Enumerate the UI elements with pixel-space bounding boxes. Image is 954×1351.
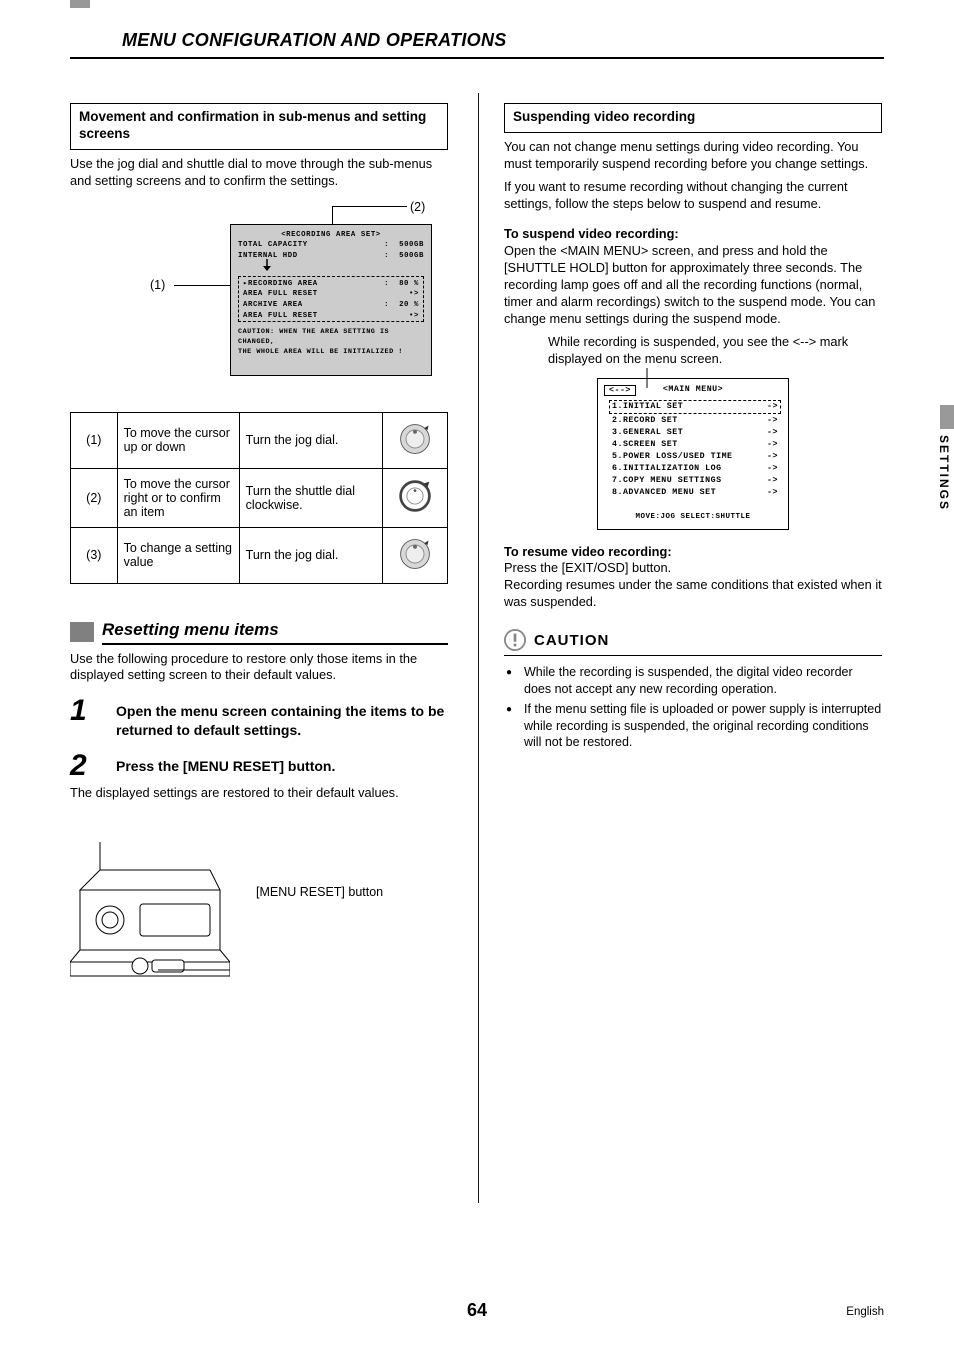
- resume-body1: Press the [EXIT/OSD] button.: [504, 560, 882, 577]
- table-cell: To move the cursor up or down: [117, 412, 239, 468]
- side-tab-marker: [940, 405, 954, 429]
- caution-title: CAUTION: [534, 632, 609, 649]
- step-2: 2 Press the [MENU RESET] button.: [70, 751, 448, 781]
- table-cell: (1): [71, 412, 118, 468]
- step-1: 1 Open the menu screen containing the it…: [70, 696, 448, 738]
- jog-dial-icon: [383, 527, 448, 583]
- table-cell: (3): [71, 527, 118, 583]
- table-cell: To move the cursor right or to confirm a…: [117, 468, 239, 527]
- suspend-note: While recording is suspended, you see th…: [548, 334, 882, 368]
- marker-2: (2): [410, 200, 425, 214]
- resume-heading: To resume video recording:: [504, 544, 882, 561]
- menu-footer: MOVE:JOG SELECT:SHUTTLE: [598, 513, 788, 521]
- menu-title: <MAIN MENU>: [598, 385, 788, 394]
- side-tab-label: SETTINGS: [937, 435, 951, 511]
- page-language: English: [846, 1306, 884, 1318]
- column-divider: [478, 93, 479, 1203]
- table-cell: Turn the jog dial.: [239, 527, 382, 583]
- title-rule: [70, 57, 884, 59]
- caution-heading: CAUTION: [504, 629, 882, 651]
- right-p1: You can not change menu settings during …: [504, 139, 882, 173]
- caution-item: If the menu setting file is uploaded or …: [524, 701, 882, 751]
- main-menu-screen: <--> <MAIN MENU> 1.INITIAL SET-> 2.RECOR…: [597, 378, 789, 530]
- table-cell: Turn the jog dial.: [239, 412, 382, 468]
- right-p2: If you want to resume recording without …: [504, 179, 882, 213]
- device-illustration: [70, 832, 230, 982]
- page-title: MENU CONFIGURATION AND OPERATIONS: [70, 30, 884, 51]
- control-table: (1) To move the cursor up or down Turn t…: [70, 412, 448, 584]
- caution-list: While the recording is suspended, the di…: [504, 664, 882, 751]
- jog-dial-icon: [383, 412, 448, 468]
- resume-body2: Recording resumes under the same conditi…: [504, 577, 882, 611]
- marker-1: (1): [150, 278, 165, 292]
- caution-icon: [504, 629, 526, 651]
- section-heading-resetting: Resetting menu items: [70, 620, 448, 645]
- step2-sub: The displayed settings are restored to t…: [70, 785, 448, 802]
- reset-intro: Use the following procedure to restore o…: [70, 651, 448, 685]
- recording-area-diagram: (2) (1) (3) <RECORDING AREA SET> TOTAL C…: [70, 200, 448, 390]
- page-content: MENU CONFIGURATION AND OPERATIONS Moveme…: [70, 30, 884, 982]
- section-box-movement: Movement and confirmation in sub-menus a…: [70, 103, 448, 150]
- shuttle-dial-icon: [383, 468, 448, 527]
- screen-title: <RECORDING AREA SET>: [238, 230, 424, 241]
- screen-row: TOTAL CAPACITY: [238, 240, 308, 251]
- page-number: 64: [0, 1300, 954, 1321]
- left-column: Movement and confirmation in sub-menus a…: [70, 103, 448, 982]
- page-top-tab: [70, 0, 90, 8]
- intro-para: Use the jog dial and shuttle dial to mov…: [70, 156, 448, 190]
- table-cell: To change a setting value: [117, 527, 239, 583]
- section-box-suspending: Suspending video recording: [504, 103, 882, 133]
- caution-item: While the recording is suspended, the di…: [524, 664, 882, 697]
- menu-reset-label: [MENU RESET] button: [256, 885, 383, 899]
- suspend-body: Open the <MAIN MENU> screen, and press a…: [504, 243, 882, 327]
- table-cell: (2): [71, 468, 118, 527]
- suspend-heading: To suspend video recording:: [504, 226, 882, 243]
- right-column: Suspending video recording You can not c…: [504, 103, 882, 982]
- table-cell: Turn the shuttle dial clockwise.: [239, 468, 382, 527]
